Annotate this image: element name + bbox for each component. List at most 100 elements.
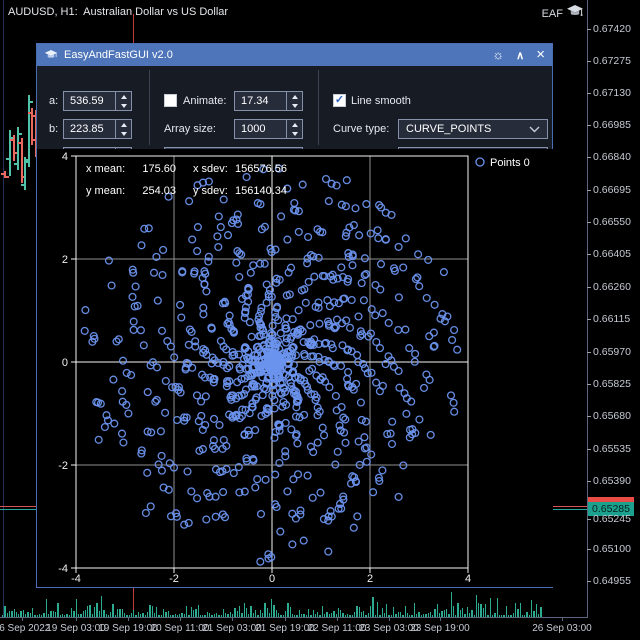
array-size-spin-down-button[interactable] (287, 129, 302, 138)
volume-bar[interactable] (71, 608, 73, 617)
price-tick[interactable] (587, 519, 591, 520)
price-tick-label[interactable]: 0.66840 (593, 151, 631, 163)
volume-bar[interactable] (445, 609, 448, 617)
price-tick[interactable] (587, 319, 591, 320)
volume-bar[interactable] (57, 603, 59, 617)
price-tick[interactable] (587, 222, 591, 223)
volume-bar[interactable] (75, 598, 77, 617)
price-tick-label[interactable]: 0.67275 (593, 55, 631, 67)
b-spin-down-button[interactable] (116, 129, 131, 138)
volume-bar[interactable] (156, 606, 158, 617)
volume-bar[interactable] (273, 604, 275, 617)
volume-bar[interactable] (255, 610, 257, 617)
volume-bar[interactable] (519, 603, 521, 617)
price-tick-label[interactable]: 0.65825 (593, 378, 631, 390)
time-scale[interactable]: 16 Sep 202219 Sep 03:0019 Sep 19:0020 Se… (0, 617, 640, 640)
price-tick[interactable] (587, 549, 591, 550)
candle-open-tick[interactable] (14, 163, 17, 165)
price-tick[interactable] (587, 125, 591, 126)
volume-bar[interactable] (133, 610, 135, 617)
time-tick[interactable] (285, 618, 286, 621)
volume-bar[interactable] (84, 610, 87, 617)
candle-open-tick[interactable] (6, 158, 9, 160)
volume-bar[interactable] (119, 608, 121, 617)
volume-bar[interactable] (540, 607, 542, 617)
time-tick[interactable] (22, 618, 23, 621)
volume-bar[interactable] (475, 595, 478, 617)
volume-bar[interactable] (117, 609, 119, 617)
time-tick[interactable] (562, 618, 563, 621)
volume-bar[interactable] (307, 609, 310, 617)
volume-bar[interactable] (358, 607, 360, 617)
price-tick[interactable] (587, 416, 591, 417)
b-spin-up-button[interactable] (116, 120, 131, 129)
volume-bar[interactable] (459, 610, 462, 617)
volume-bar[interactable] (167, 610, 169, 617)
volume-bar[interactable] (112, 604, 114, 617)
price-tick[interactable] (587, 93, 591, 94)
time-tick[interactable] (180, 618, 181, 621)
time-tick[interactable] (389, 618, 390, 621)
volume-bar[interactable] (245, 607, 248, 617)
volume-bar[interactable] (413, 603, 416, 617)
price-tick-label[interactable]: 0.65100 (593, 543, 631, 555)
price-tick[interactable] (587, 384, 591, 385)
volume-bar[interactable] (266, 607, 268, 617)
volume-bar[interactable] (192, 609, 195, 617)
volume-bar[interactable] (275, 610, 278, 617)
volume-bar[interactable] (151, 605, 153, 617)
volume-bar[interactable] (22, 609, 25, 617)
price-tick-label[interactable]: 0.65970 (593, 346, 631, 358)
volume-bar[interactable] (195, 609, 197, 617)
time-tick-label[interactable]: 23 Sep 19:00 (395, 623, 485, 634)
volume-bar[interactable] (393, 606, 395, 617)
volume-bar[interactable] (386, 603, 388, 617)
volume-bar[interactable] (434, 609, 436, 617)
price-tick-label[interactable]: 0.64955 (593, 575, 631, 587)
volume-bar[interactable] (289, 607, 291, 617)
volume-bar[interactable] (298, 610, 301, 617)
volume-bar[interactable] (312, 610, 314, 617)
array-size-input[interactable] (235, 120, 286, 138)
volume-bar[interactable] (376, 602, 379, 617)
volume-bar[interactable] (287, 602, 289, 617)
volume-bar[interactable] (450, 591, 452, 617)
volume-bar[interactable] (94, 607, 96, 617)
volume-bar[interactable] (259, 609, 261, 617)
candle-bar[interactable] (28, 95, 30, 167)
candle-open-tick[interactable] (10, 139, 13, 141)
volume-bar[interactable] (190, 606, 192, 617)
animate-checkbox[interactable] (164, 94, 177, 107)
candle-close-tick[interactable] (19, 133, 22, 135)
volume-bar[interactable] (234, 608, 236, 617)
volume-bar[interactable] (480, 603, 482, 617)
volume-bar[interactable] (87, 605, 89, 617)
volume-bar[interactable] (337, 608, 340, 617)
volume-bar[interactable] (186, 605, 188, 617)
volume-bar[interactable] (462, 607, 464, 617)
panel-titlebar[interactable]: EasyAndFastGUI v2.0 ☼ ∧ × (37, 44, 552, 66)
candle-open-tick[interactable] (18, 142, 21, 144)
volume-bar[interactable] (404, 605, 406, 617)
price-tick-label[interactable]: 0.65390 (593, 475, 631, 487)
volume-bar[interactable] (370, 605, 372, 617)
volume-bar[interactable] (478, 603, 480, 617)
price-tick[interactable] (587, 352, 591, 353)
volume-bar[interactable] (535, 603, 537, 617)
volume-bar[interactable] (197, 605, 199, 617)
volume-bar[interactable] (100, 596, 103, 617)
animate-spin-up-button[interactable] (287, 92, 302, 101)
a-spin-up-button[interactable] (116, 92, 131, 101)
candle-open-tick[interactable] (28, 112, 31, 114)
price-tick[interactable] (587, 61, 591, 62)
volume-bar[interactable] (250, 605, 252, 617)
volume-bar[interactable] (340, 609, 342, 617)
volume-bar[interactable] (436, 604, 439, 617)
volume-bar[interactable] (482, 607, 485, 617)
price-tick[interactable] (587, 449, 591, 450)
volume-bar[interactable] (321, 605, 324, 617)
price-tick[interactable] (587, 287, 591, 288)
volume-bar[interactable] (356, 605, 358, 617)
time-tick[interactable] (337, 618, 338, 621)
volume-bar[interactable] (121, 608, 123, 617)
